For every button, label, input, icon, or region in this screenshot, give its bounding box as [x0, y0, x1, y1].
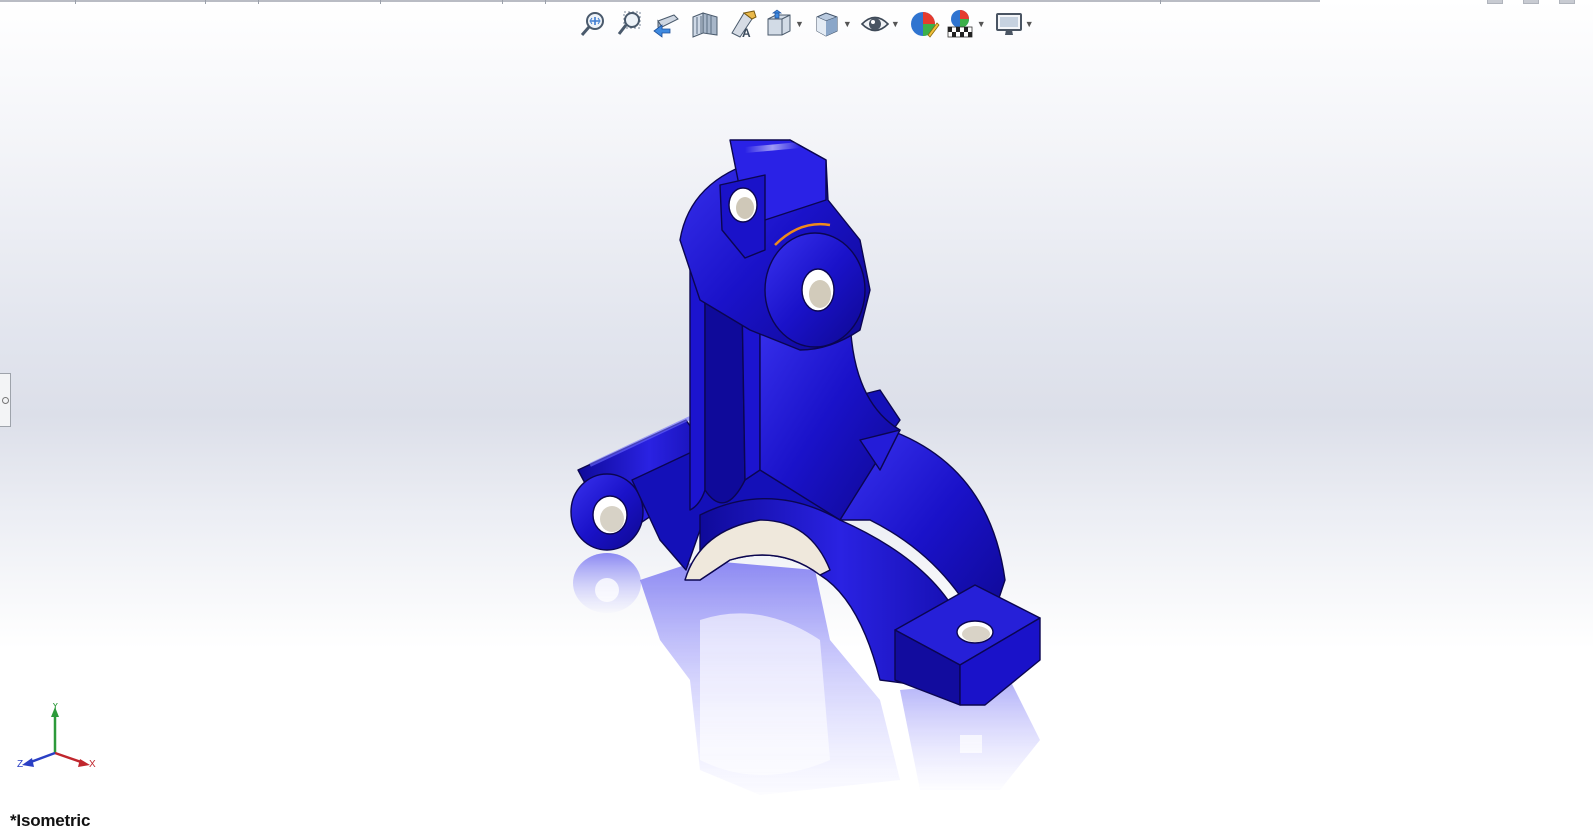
y-axis-label: Y — [52, 703, 59, 712]
reference-triad: Y X Z — [17, 703, 96, 770]
model-canvas[interactable] — [0, 0, 1593, 831]
panel-collapse-tab[interactable] — [0, 373, 11, 427]
z-axis-label: Z — [17, 759, 23, 770]
x-axis-label: X — [89, 759, 96, 770]
graphics-area[interactable]: Y X Z *Isometric — [0, 0, 1593, 831]
view-orientation-label: *Isometric — [10, 811, 91, 830]
